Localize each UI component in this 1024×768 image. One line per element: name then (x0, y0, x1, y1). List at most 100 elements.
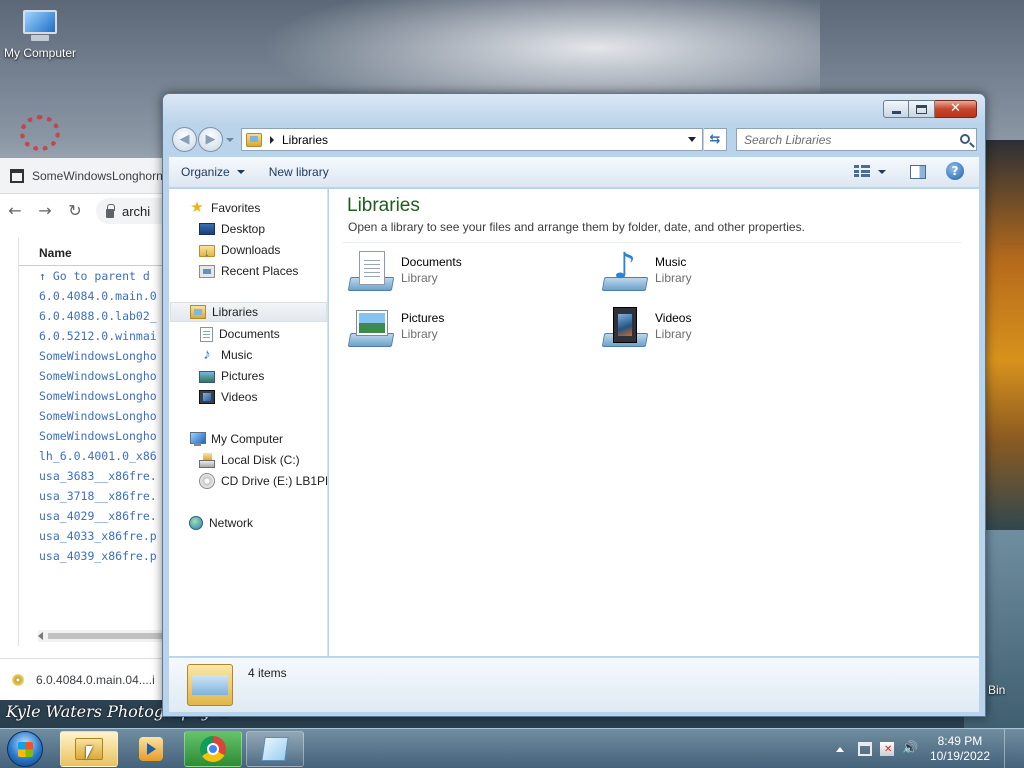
archive-site-icon (10, 168, 24, 183)
preview-pane-icon[interactable] (910, 165, 926, 179)
nav-item-downloads[interactable]: Downloads (199, 240, 280, 263)
minimize-button[interactable] (883, 100, 909, 118)
clock[interactable]: 8:49 PM 10/19/2022 (930, 734, 990, 764)
file-link[interactable]: lh_6.0.4001.0_x86 (19, 446, 178, 466)
show-desktop-button[interactable] (1004, 729, 1014, 768)
libraries-icon (190, 305, 206, 319)
desktop-icon-my-computer[interactable]: My Computer (0, 10, 80, 60)
reload-icon[interactable]: ↻ (66, 202, 84, 220)
up-arrow-icon: ↑ (39, 269, 53, 283)
details-pane: 4 items (169, 657, 979, 712)
breadcrumb-libraries[interactable]: Libraries (282, 133, 328, 147)
nav-item-music[interactable]: ♪ Music (199, 345, 252, 365)
download-shelf-item[interactable]: 6.0.4084.0.main.04....i (0, 658, 175, 700)
file-link[interactable]: usa_4039_x86fre.p (19, 546, 178, 566)
parent-directory-link[interactable]: ↑ Go to parent d (19, 266, 178, 286)
search-box[interactable]: Search Libraries (736, 128, 977, 151)
forward-arrow-icon: ▶ (205, 132, 216, 147)
back-arrow-icon[interactable]: ← (6, 202, 24, 220)
chrome-icon (200, 736, 226, 762)
taskbar-notepad[interactable] (246, 731, 304, 767)
forward-button[interactable]: ▶ (198, 127, 223, 152)
explorer-window[interactable]: ✕ ◀ ▶ Libraries ⇆ Search Libraries Organ… (162, 93, 986, 717)
file-link[interactable]: 6.0.4088.0.lab02_ (19, 306, 178, 326)
file-link[interactable]: usa_3683__x86fre. (19, 466, 178, 486)
library-tile-documents[interactable]: Documents Library (347, 249, 587, 301)
library-tile-videos[interactable]: Videos Library (601, 305, 841, 357)
file-link[interactable]: usa_4033_x86fre.p (19, 526, 178, 546)
browser-tab[interactable]: SomeWindowsLonghorn (0, 158, 175, 194)
notepad-icon (261, 737, 289, 761)
network-tray-icon[interactable] (857, 742, 872, 756)
file-link[interactable]: usa_3718__x86fre. (19, 486, 178, 506)
help-icon[interactable]: ? (946, 162, 964, 180)
libraries-icon (246, 132, 262, 147)
show-hidden-icons-icon[interactable] (835, 746, 844, 752)
nav-favorites[interactable]: ★ Favorites (189, 198, 260, 218)
action-center-icon[interactable] (879, 742, 894, 756)
volume-icon[interactable]: 🔊 (902, 742, 918, 756)
notification-area: 🔊 8:49 PM 10/19/2022 (835, 729, 1024, 768)
nav-my-computer[interactable]: My Computer (189, 429, 283, 449)
taskbar-media-player[interactable] (122, 731, 180, 767)
window-title-bar[interactable]: ✕ (163, 94, 985, 124)
disc-image-icon (12, 673, 24, 686)
page-title: Libraries (347, 195, 420, 216)
scroll-left-arrow-icon[interactable] (38, 632, 43, 640)
file-link[interactable]: SomeWindowsLongho (19, 366, 178, 386)
desktop-icon (199, 223, 215, 235)
page-description: Open a library to see your files and arr… (348, 220, 805, 234)
column-header-name[interactable]: Name (19, 238, 178, 266)
close-button[interactable]: ✕ (935, 100, 977, 118)
library-tile-pictures[interactable]: Pictures Library (347, 305, 587, 357)
nav-item-documents[interactable]: Documents (199, 324, 280, 344)
search-icon[interactable] (960, 134, 970, 144)
file-link[interactable]: 6.0.5212.0.winmai (19, 326, 178, 346)
file-link[interactable]: SomeWindowsLongho (19, 386, 178, 406)
nav-item-videos[interactable]: Videos (199, 387, 257, 407)
horizontal-scrollbar[interactable] (38, 630, 178, 642)
address-bar[interactable]: Libraries (241, 128, 703, 151)
browser-tab-title: SomeWindowsLonghorn (32, 168, 163, 183)
organize-button[interactable]: Organize (169, 165, 257, 179)
videos-icon (199, 390, 215, 404)
nav-item-pictures[interactable]: Pictures (199, 366, 264, 386)
clock-time: 8:49 PM (937, 734, 983, 748)
recent-pages-dropdown[interactable] (226, 138, 234, 142)
nav-item-recent-places[interactable]: Recent Places (199, 261, 298, 281)
download-filename: 6.0.4084.0.main.04....i (36, 672, 155, 687)
close-icon: ✕ (950, 101, 961, 116)
nav-item-cd-drive[interactable]: CD Drive (E:) LB1PFR (199, 471, 327, 491)
file-link[interactable]: SomeWindowsLongho (19, 346, 178, 366)
address-history-dropdown[interactable] (688, 137, 696, 142)
forward-arrow-icon[interactable]: → (36, 202, 54, 220)
browser-address-text: archi (122, 203, 151, 219)
new-library-button[interactable]: New library (257, 165, 341, 179)
nav-network[interactable]: Network (189, 513, 253, 533)
network-icon (189, 516, 203, 530)
taskbar-google-chrome[interactable] (184, 731, 242, 767)
library-tile-music[interactable]: ♪ Music Library (601, 247, 841, 301)
change-view-button[interactable] (854, 165, 886, 178)
cd-drive-icon (199, 473, 215, 489)
browser-window[interactable]: SomeWindowsLonghorn ← → ↻ archi Name ↑ G… (0, 158, 178, 700)
start-button[interactable] (7, 731, 43, 767)
gear-icon[interactable] (20, 115, 60, 151)
scrollbar-thumb[interactable] (48, 633, 178, 639)
videos-library-icon (601, 305, 649, 353)
back-button[interactable]: ◀ (172, 127, 197, 152)
maximize-icon (916, 104, 927, 114)
refresh-button[interactable]: ⇆ (704, 128, 727, 151)
file-link[interactable]: 6.0.4084.0.main.0 (19, 286, 178, 306)
breadcrumb-separator-icon[interactable] (270, 135, 274, 144)
desktop-icon-recycle-bin-label[interactable]: Bin (988, 683, 1005, 697)
file-link[interactable]: SomeWindowsLongho (19, 426, 178, 446)
nav-item-desktop[interactable]: Desktop (199, 219, 265, 239)
address-row: ◀ ▶ Libraries ⇆ Search Libraries (163, 124, 985, 157)
file-link[interactable]: usa_4029__x86fre. (19, 506, 178, 526)
nav-libraries[interactable]: Libraries (170, 302, 327, 322)
desktop-icon-label: My Computer (3, 46, 77, 60)
file-link[interactable]: SomeWindowsLongho (19, 406, 178, 426)
maximize-button[interactable] (909, 100, 935, 118)
nav-item-local-disk[interactable]: Local Disk (C:) (199, 450, 300, 470)
